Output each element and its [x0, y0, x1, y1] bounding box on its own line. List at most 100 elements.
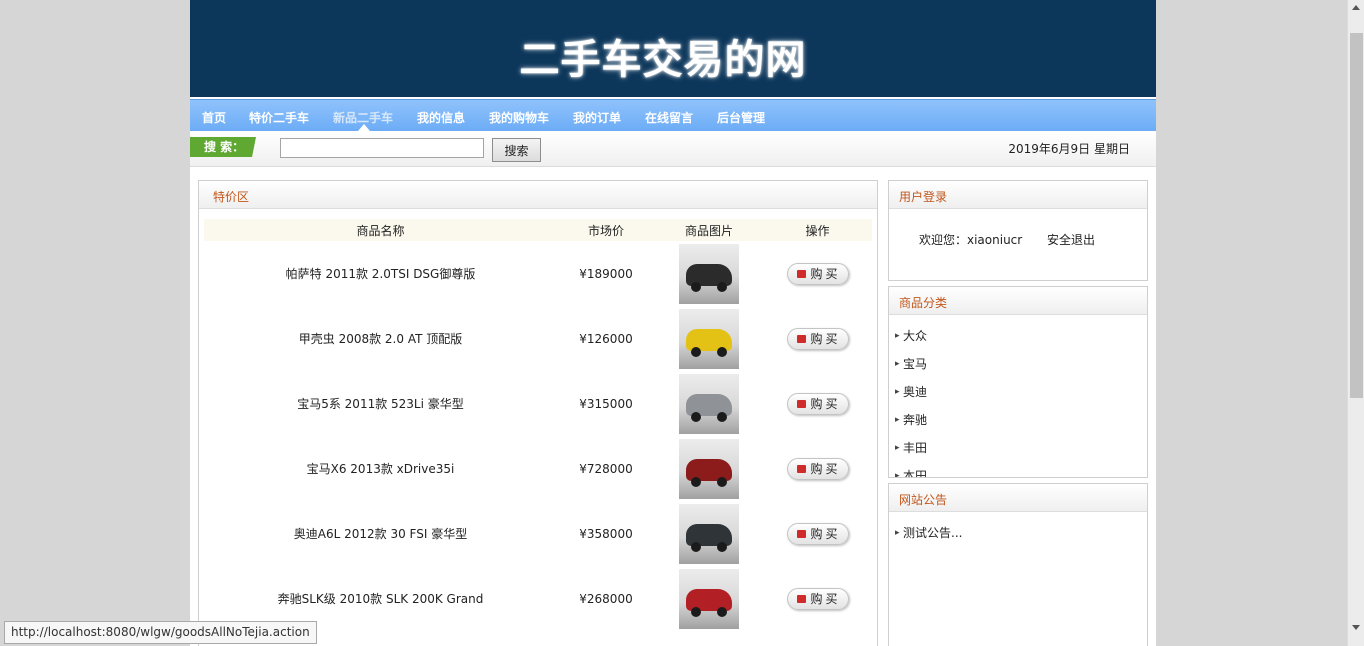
page-scrollbar[interactable]	[1347, 0, 1364, 646]
car-price: ¥189000	[579, 266, 633, 281]
notice-item[interactable]: ▸ 测试公告...	[895, 524, 962, 541]
arrow-right-icon: ▸	[895, 443, 900, 453]
login-panel-header: 用户登录	[889, 181, 1147, 209]
nav-admin[interactable]: 后台管理	[717, 109, 765, 126]
car-image-cell	[655, 241, 763, 306]
status-bar-url: http://localhost:8080/wlgw/goodsAllNoTej…	[4, 621, 317, 644]
car-image-cell	[655, 501, 763, 566]
car-action-cell: 购买	[763, 436, 872, 501]
welcome-text: 欢迎您：xiaoniucr	[919, 233, 1023, 247]
scroll-up-icon[interactable]	[1352, 5, 1360, 10]
category-label: 大众	[903, 329, 928, 343]
wheel-shape	[691, 541, 701, 552]
car-image-cell	[655, 371, 763, 436]
car-thumbnail[interactable]	[679, 243, 739, 304]
buy-button-label: 购买	[810, 396, 841, 411]
table-row: 帕萨特 2011款 2.0TSI DSG御尊版 ¥189000 购买	[204, 241, 872, 306]
car-thumbnail[interactable]	[679, 503, 739, 564]
scrollbar-thumb[interactable]	[1350, 33, 1363, 398]
category-list: ▸ 大众 ▸ 宝马 ▸ 奥迪 ▸ 奔驰 ▸ 丰田 ▸ 本田	[895, 327, 928, 478]
wheel-shape	[691, 346, 701, 357]
nav-my-orders[interactable]: 我的订单	[573, 109, 621, 126]
buy-button[interactable]: 购买	[786, 457, 849, 480]
nav-messages[interactable]: 在线留言	[645, 109, 693, 126]
wheel-shape	[717, 541, 727, 552]
wheel-shape	[717, 281, 727, 292]
buy-button-label: 购买	[810, 266, 841, 281]
car-image-cell	[655, 436, 763, 501]
car-price: ¥126000	[579, 331, 633, 346]
search-input[interactable]	[280, 138, 484, 158]
category-item[interactable]: ▸ 宝马	[895, 355, 927, 383]
wheel-shape	[691, 411, 701, 422]
wheel-shape	[717, 346, 727, 357]
category-item[interactable]: ▸ 奥迪	[895, 383, 927, 411]
car-price: ¥315000	[579, 396, 633, 411]
page: 二手车交易的网 首页 特价二手车 新品二手车 我的信息 我的购物车 我的订单 在…	[190, 0, 1156, 646]
category-item[interactable]: ▸ 大众	[895, 327, 927, 355]
main-nav: 首页 特价二手车 新品二手车 我的信息 我的购物车 我的订单 在线留言 后台管理	[190, 99, 1156, 131]
notices-panel-header: 网站公告	[889, 484, 1147, 512]
wheel-shape	[691, 606, 701, 617]
buy-button[interactable]: 购买	[786, 392, 849, 415]
notices-panel: 网站公告 ▸ 测试公告...	[888, 483, 1148, 646]
car-name: 宝马X6 2013款 xDrive35i	[306, 462, 455, 476]
car-thumbnail[interactable]	[679, 568, 739, 629]
active-nav-caret-icon	[358, 124, 370, 131]
buy-button[interactable]: 购买	[786, 327, 849, 350]
wheel-shape	[717, 606, 727, 617]
car-action-cell: 购买	[763, 371, 872, 436]
cart-icon	[796, 594, 806, 603]
category-label: 宝马	[903, 357, 928, 371]
car-action-cell: 购买	[763, 306, 872, 371]
site-title: 二手车交易的网	[519, 37, 807, 83]
car-name: 奥迪A6L 2012款 30 FSI 豪华型	[293, 527, 468, 541]
search-button[interactable]: 搜索	[492, 138, 541, 162]
notice-label: 测试公告...	[903, 526, 963, 540]
cart-icon	[796, 529, 806, 538]
deals-panel-header: 特价区	[199, 181, 877, 209]
search-bar: 搜 索： 搜索 2019年6月9日 星期日	[190, 131, 1156, 167]
car-price: ¥268000	[579, 591, 633, 606]
arrow-right-icon: ▸	[895, 415, 900, 425]
deals-panel: 特价区 商品名称 市场价 商品图片 操作 帕萨特 2011款 2.0TSI DS…	[198, 180, 878, 646]
car-action-cell: 购买	[763, 501, 872, 566]
category-item[interactable]: ▸ 奔驰	[895, 411, 927, 439]
category-label: 丰田	[903, 441, 928, 455]
buy-button-label: 购买	[810, 331, 841, 346]
arrow-right-icon: ▸	[895, 331, 900, 341]
buy-button[interactable]: 购买	[786, 522, 849, 545]
buy-button[interactable]: 购买	[786, 262, 849, 285]
notice-list: ▸ 测试公告...	[895, 524, 962, 541]
scroll-down-icon[interactable]	[1352, 625, 1360, 630]
logout-link[interactable]: 安全退出	[1047, 231, 1095, 248]
car-image-cell	[655, 566, 763, 631]
nav-discount-cars[interactable]: 特价二手车	[249, 109, 309, 126]
categories-panel-header: 商品分类	[889, 287, 1147, 315]
arrow-right-icon: ▸	[895, 387, 900, 397]
current-date: 2019年6月9日 星期日	[1008, 142, 1130, 156]
car-action-cell: 购买	[763, 241, 872, 306]
table-row: 甲壳虫 2008款 2.0 AT 顶配版 ¥126000 购买	[204, 306, 872, 371]
car-image-cell	[655, 306, 763, 371]
category-label: 本田	[903, 469, 928, 478]
category-label: 奔驰	[903, 413, 928, 427]
site-banner: 二手车交易的网	[190, 0, 1156, 97]
car-thumbnail[interactable]	[679, 308, 739, 369]
nav-home[interactable]: 首页	[202, 109, 226, 126]
car-name: 宝马5系 2011款 523Li 豪华型	[297, 397, 464, 411]
category-item[interactable]: ▸ 丰田	[895, 439, 927, 467]
categories-panel-title: 商品分类	[899, 296, 948, 310]
buy-button[interactable]: 购买	[786, 587, 849, 610]
car-thumbnail[interactable]	[679, 373, 739, 434]
wheel-shape	[691, 281, 701, 292]
nav-my-info[interactable]: 我的信息	[417, 109, 465, 126]
table-row: 宝马5系 2011款 523Li 豪华型 ¥315000 购买	[204, 371, 872, 436]
car-thumbnail[interactable]	[679, 438, 739, 499]
category-item[interactable]: ▸ 本田	[895, 467, 928, 478]
cart-icon	[796, 269, 806, 278]
car-price: ¥728000	[579, 461, 633, 476]
arrow-right-icon: ▸	[895, 471, 900, 478]
nav-my-cart[interactable]: 我的购物车	[489, 109, 549, 126]
col-image-header: 商品图片	[655, 219, 763, 241]
